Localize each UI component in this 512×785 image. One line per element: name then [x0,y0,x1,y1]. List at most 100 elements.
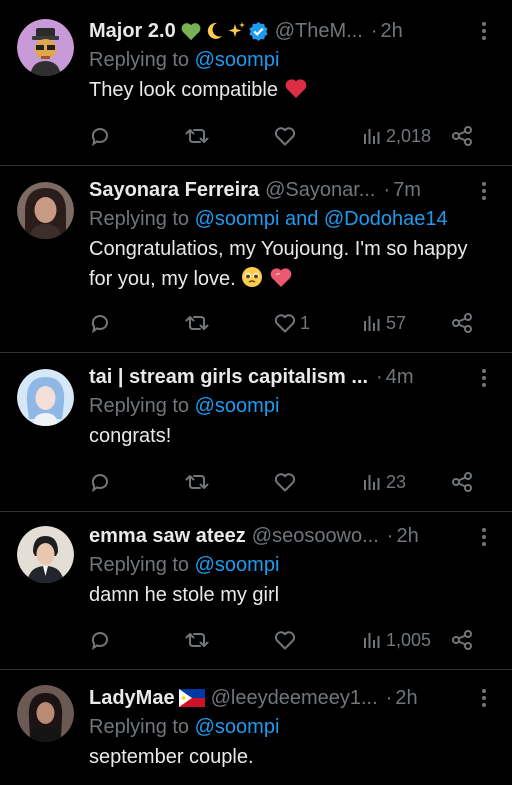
timestamp[interactable]: 2h [395,684,417,712]
tweet-text: congrats! [89,421,496,451]
replying-to-prefix: Replying to [89,716,195,738]
retweet-button[interactable] [184,125,273,147]
more-options-icon[interactable] [474,525,494,549]
share-button[interactable] [451,629,473,651]
tweet[interactable]: Sayonara Ferreira @Sayonar... · 7m Reply… [0,166,512,353]
like-button[interactable] [273,471,361,493]
tweet[interactable]: tai | stream girls capitalism ... · 4m R… [0,353,512,512]
timestamp[interactable]: 2h [380,17,402,45]
green-heart-icon [181,23,201,41]
retweet-button[interactable] [184,312,273,334]
avatar[interactable] [17,182,74,239]
tweet-header: emma saw ateez @seosoowo... · 2h [89,522,496,550]
tweet-text: damn he stole my girl [89,580,496,610]
tweet-header: LadyMae @leeydeemeey1... · 2h [89,684,496,712]
tweet-text: Congratulatios, my Youjoung. I'm so happ… [89,234,496,294]
share-button[interactable] [451,125,473,147]
view-count: 57 [386,312,407,333]
tweet[interactable]: emma saw ateez @seosoowo... · 2h Replyin… [0,512,512,670]
name-emoji-badges [180,21,269,42]
tweet-header: Major 2.0 @TheM... · 2h [89,17,496,45]
reply-button[interactable] [89,471,184,493]
view-count: 23 [386,471,407,492]
reply-button[interactable] [89,312,184,334]
share-button[interactable] [451,471,473,493]
reply-mention-link[interactable]: @soompi [195,49,280,71]
views-button[interactable]: 2,018 [361,125,451,147]
retweet-button[interactable] [184,629,273,651]
like-button[interactable]: 1 [273,312,361,334]
reply-mention-link[interactable]: @soompi [195,554,280,576]
tweet-text: They look compatible [89,75,496,105]
retweet-icon [185,475,209,489]
replying-to: Replying to @soompi and @Dodohae14 [89,204,496,234]
analytics-icon [364,633,380,648]
separator-dot: · [383,179,391,201]
more-options-icon[interactable] [474,366,494,390]
pink-heart-icon [270,268,292,287]
action-bar: 2,018 [89,121,489,151]
reply-icon [91,128,108,147]
tweet-text-content: They look compatible [89,79,278,101]
like-button[interactable] [273,629,361,651]
retweet-icon [185,316,209,330]
reply-button[interactable] [89,629,184,651]
retweet-icon [185,129,209,143]
separator-dot: · [370,20,378,42]
avatar[interactable] [17,685,74,742]
more-options-icon[interactable] [474,686,494,710]
like-button[interactable] [273,125,361,147]
views-button[interactable]: 23 [361,471,451,493]
more-options-icon[interactable] [474,19,494,43]
reply-icon [91,474,108,493]
sparkles-icon [228,22,245,37]
replying-to-prefix: Replying to [89,208,195,230]
heart-icon [274,473,296,492]
tweet-text: september couple. [89,742,496,772]
handle[interactable]: @Sayonar... [265,176,375,204]
tweet-text-content: congrats! [89,425,172,447]
crescent-moon-icon [207,22,222,39]
handle[interactable]: @seosoowo... [252,522,379,550]
red-heart-icon [285,79,306,98]
reply-icon [91,315,108,334]
tweet-header: tai | stream girls capitalism ... · 4m [89,363,496,391]
action-bar: 23 [89,467,489,497]
retweet-icon [185,633,209,647]
handle[interactable]: @leeydeemeey1... [211,684,378,712]
retweet-button[interactable] [184,471,273,493]
timestamp[interactable]: 7m [393,176,421,204]
avatar[interactable] [17,369,74,426]
separator-dot: · [386,525,394,547]
share-icon [452,472,472,492]
display-name[interactable]: tai | stream girls capitalism ... [89,363,368,391]
reply-mention-link[interactable]: @soompi and @Dodohae14 [195,208,448,230]
reply-button[interactable] [89,125,184,147]
share-button[interactable] [451,312,473,334]
philippines-flag-icon [178,689,205,707]
analytics-icon [364,129,380,144]
display-name[interactable]: LadyMae [89,684,175,712]
tweet[interactable]: LadyMae @leeydeemeey1... · 2h Replying t… [0,670,512,785]
replying-to-prefix: Replying to [89,395,195,417]
tweet[interactable]: Major 2.0 @TheM... · 2h Replying to @soo… [0,0,512,166]
display-name[interactable]: Major 2.0 [89,17,176,45]
views-button[interactable]: 57 [361,312,451,334]
separator-dot: · [385,687,393,709]
tweet-header: Sayonara Ferreira @Sayonar... · 7m [89,176,496,204]
reply-mention-link[interactable]: @soompi [195,395,280,417]
more-options-icon[interactable] [474,179,494,203]
action-bar: 1 57 [89,308,489,338]
avatar[interactable] [17,526,74,583]
reply-mention-link[interactable]: @soompi [195,716,280,738]
view-count: 2,018 [386,125,432,146]
analytics-icon [364,316,380,331]
handle[interactable]: @TheM... [275,17,363,45]
views-button[interactable]: 1,005 [361,629,451,651]
heart-icon [274,314,296,333]
timestamp[interactable]: 2h [396,522,418,550]
display-name[interactable]: Sayonara Ferreira [89,176,259,204]
avatar[interactable] [17,19,74,76]
display-name[interactable]: emma saw ateez [89,522,246,550]
timestamp[interactable]: 4m [386,363,414,391]
